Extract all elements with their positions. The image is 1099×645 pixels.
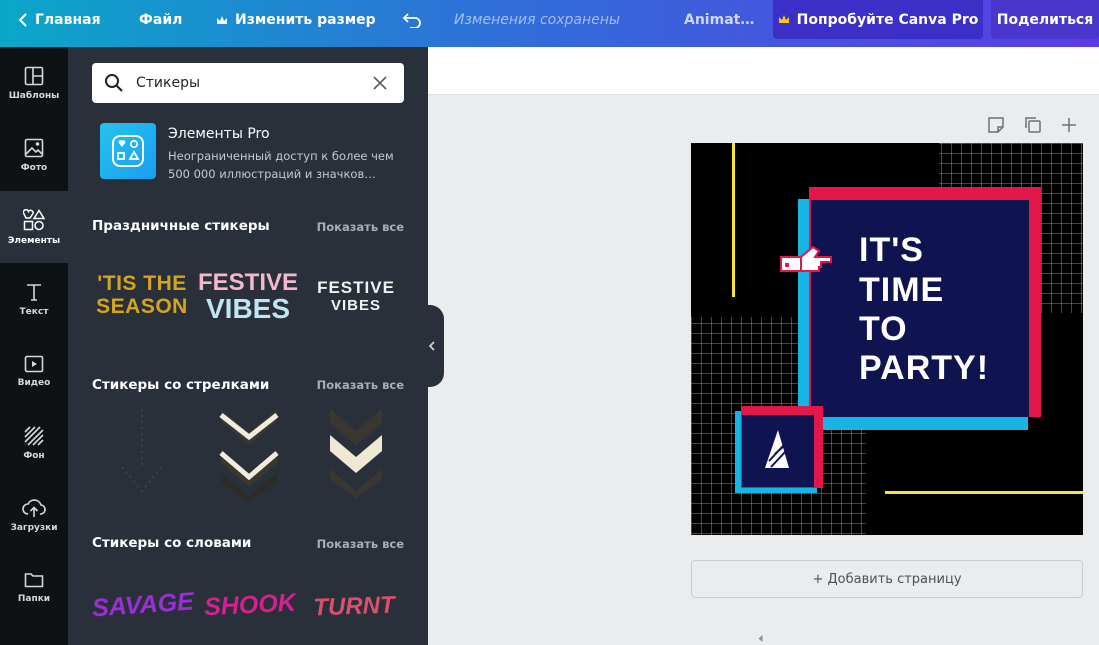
sticker-shook[interactable]: SHOOK xyxy=(199,589,300,622)
undo-icon xyxy=(402,13,421,28)
background-icon xyxy=(24,425,44,446)
headline-line-3: TO xyxy=(859,310,908,348)
sticker-tis-the-season[interactable]: 'TIS THE SEASON xyxy=(92,273,192,323)
animate-button[interactable]: Animat… xyxy=(684,0,754,40)
elements-pro-tile[interactable] xyxy=(100,123,156,179)
elements-icon xyxy=(23,208,45,230)
video-icon xyxy=(24,355,44,372)
crown-icon xyxy=(217,15,227,24)
rail-label: Фон xyxy=(23,450,45,461)
sticker-savage[interactable]: SAVAGE xyxy=(91,587,195,622)
add-page-button[interactable]: + Добавить страницу xyxy=(691,560,1083,598)
home-button[interactable]: Главная xyxy=(18,0,101,40)
sticker-turnt[interactable]: TURNT xyxy=(308,592,401,622)
share-button[interactable]: Поделиться xyxy=(991,0,1099,39)
note-icon[interactable] xyxy=(987,116,1005,134)
show-all-words[interactable]: Показать все xyxy=(317,537,404,551)
search-input[interactable] xyxy=(136,63,356,103)
file-menu[interactable]: Файл xyxy=(139,0,182,40)
sticker-text: 'TIS THE xyxy=(97,272,187,295)
close-icon[interactable] xyxy=(372,75,388,91)
sticker-bold-chevron[interactable] xyxy=(328,407,384,499)
rail-label: Видео xyxy=(17,377,51,388)
design-canvas[interactable]: IT'S TIME TO PARTY! xyxy=(691,143,1083,535)
section-title-holiday: Праздничные стикеры xyxy=(92,218,270,234)
left-rail: Шаблоны Фото Элементы Текст Видео Фон За… xyxy=(0,47,68,645)
scroll-left-icon[interactable] xyxy=(428,632,1099,645)
headline-line-1: IT'S xyxy=(859,231,924,269)
rail-label: Загрузки xyxy=(10,522,58,533)
rail-item-folders[interactable]: Папки xyxy=(0,551,68,623)
section-title-arrows: Стикеры со стрелками xyxy=(92,377,270,393)
rail-item-templates[interactable]: Шаблоны xyxy=(0,47,68,119)
search-box xyxy=(92,63,404,103)
headline-line-4: PARTY! xyxy=(859,349,989,387)
section-title-words: Стикеры со словами xyxy=(92,535,252,551)
rail-item-elements[interactable]: Элементы xyxy=(0,191,68,263)
yellow-line-top xyxy=(732,143,735,297)
chevron-left-icon xyxy=(18,13,27,27)
rail-item-photo[interactable]: Фото xyxy=(0,119,68,191)
search-icon xyxy=(105,74,123,92)
undo-button[interactable] xyxy=(402,0,429,40)
sticker-text: SEASON xyxy=(96,295,188,318)
home-label: Главная xyxy=(35,12,101,28)
add-page-icon[interactable] xyxy=(1060,116,1078,134)
show-all-arrows[interactable]: Показать все xyxy=(317,378,404,392)
sticker-text: FESTIVE xyxy=(197,269,299,296)
resize-button[interactable]: Изменить размер xyxy=(216,0,376,40)
top-bar: Главная Файл Изменить размер Изменения с… xyxy=(0,0,1099,47)
rail-label: Фото xyxy=(20,162,48,173)
photo-icon xyxy=(24,138,44,157)
elements-pro-icon xyxy=(112,135,144,167)
rail-item-video[interactable]: Видео xyxy=(0,335,68,407)
rail-item-background[interactable]: Фон xyxy=(0,407,68,479)
file-label: Файл xyxy=(139,12,183,28)
duplicate-page-icon[interactable] xyxy=(1024,116,1042,134)
upload-icon xyxy=(22,498,46,517)
sticker-text: VIBES xyxy=(205,293,291,324)
folder-icon xyxy=(24,572,44,587)
editor-toolbar xyxy=(428,47,1099,95)
crown-icon xyxy=(778,15,789,23)
elements-pro-description: Неограниченный доступ к более чем 500 00… xyxy=(168,149,394,181)
try-pro-label: Попробуйте Canva Pro xyxy=(796,11,979,28)
sticker-festive-vibes-pastel[interactable]: FESTIVE VIBES xyxy=(196,271,300,325)
rail-label: Шаблоны xyxy=(8,90,60,101)
sticker-chevron-arrows[interactable] xyxy=(218,407,280,501)
chevron-left-icon xyxy=(428,341,435,351)
design-artwork: IT'S TIME TO PARTY! xyxy=(691,143,1083,535)
text-icon xyxy=(27,283,41,301)
rail-item-text[interactable]: Текст xyxy=(0,263,68,335)
elements-panel: Элементы Pro Неограниченный доступ к бол… xyxy=(68,47,428,645)
rail-label: Текст xyxy=(19,306,49,317)
sticker-dotted-arrow[interactable] xyxy=(112,407,172,499)
show-all-holiday[interactable]: Показать все xyxy=(317,220,404,234)
elements-pro-title[interactable]: Элементы Pro xyxy=(168,126,270,142)
templates-icon xyxy=(24,66,44,85)
sticker-text: VIBES xyxy=(330,297,381,314)
resize-label: Изменить размер xyxy=(235,12,376,28)
try-pro-button[interactable]: Попробуйте Canva Pro xyxy=(773,0,983,39)
sticker-text: FESTIVE xyxy=(317,278,395,297)
headline-line-2: TIME xyxy=(859,271,944,309)
rail-label: Элементы xyxy=(7,235,61,246)
saved-status: Изменения сохранены xyxy=(454,12,620,28)
sticker-festive-vibes-white[interactable]: FESTIVE VIBES xyxy=(310,279,402,319)
collapse-panel-button[interactable] xyxy=(420,305,444,387)
rail-label: Папки xyxy=(17,593,51,604)
yellow-line-bottom xyxy=(885,491,1083,494)
rail-item-uploads[interactable]: Загрузки xyxy=(0,479,68,551)
